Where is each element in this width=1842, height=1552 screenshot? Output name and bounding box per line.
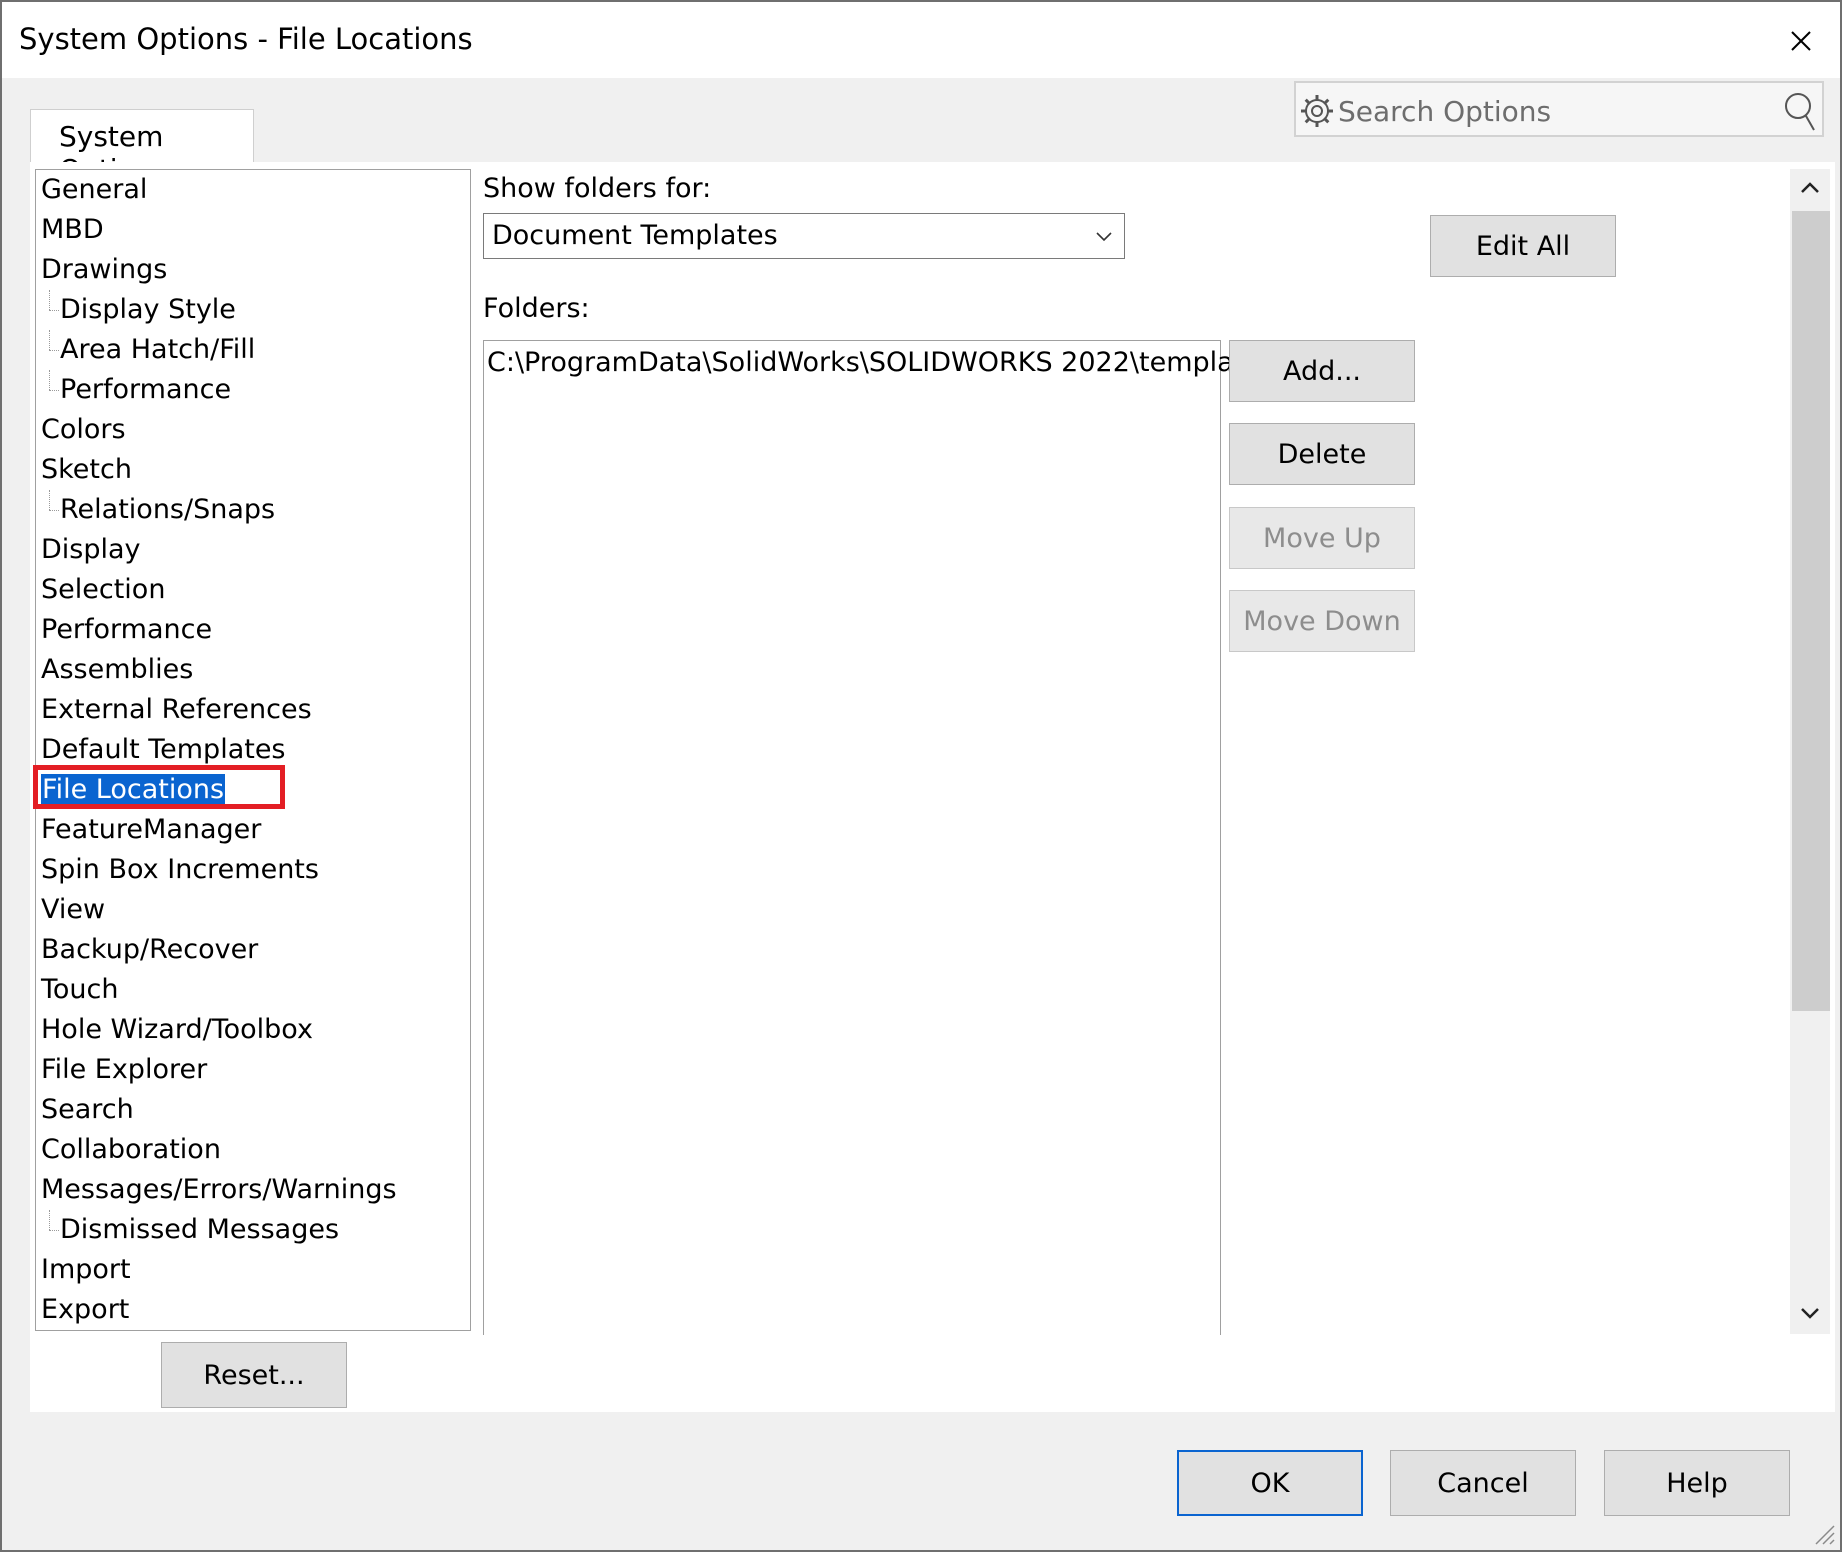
chevron-up-icon[interactable]	[1798, 177, 1822, 201]
tree-item-label: Dismissed Messages	[60, 1214, 340, 1245]
cancel-button[interactable]: Cancel	[1390, 1450, 1576, 1516]
search-icon[interactable]	[1780, 89, 1816, 133]
tree-item-label: Touch	[41, 974, 119, 1005]
gear-icon[interactable]	[1298, 92, 1336, 130]
tree-item-label: Performance	[41, 614, 213, 645]
tree-item[interactable]: Messages/Errors/Warnings	[41, 1170, 397, 1210]
tree-item-label: Default Templates	[41, 734, 286, 765]
tree-item-label: Relations/Snaps	[60, 494, 276, 525]
tree-item[interactable]: Default Templates	[41, 730, 286, 770]
tree-item[interactable]: Assemblies	[41, 650, 193, 690]
tree-item[interactable]: Hole Wizard/Toolbox	[41, 1010, 313, 1050]
add-button[interactable]: Add...	[1229, 340, 1415, 402]
tree-item-label: File Explorer	[41, 1054, 208, 1085]
title-bar: System Options - File Locations	[2, 2, 1840, 78]
tree-item[interactable]: File Explorer	[41, 1050, 207, 1090]
folders-list[interactable]: C:\ProgramData\SolidWorks\SOLIDWORKS 202…	[483, 340, 1275, 1335]
list-item[interactable]: C:\ProgramData\SolidWorks\SOLIDWORKS 202…	[487, 347, 1275, 378]
tree-item[interactable]: Colors	[41, 410, 126, 450]
tree-connector	[49, 330, 51, 350]
tree-item-label: Selection	[41, 574, 166, 605]
tree-item-label: Export	[41, 1294, 130, 1325]
ok-button[interactable]: OK	[1177, 1450, 1363, 1516]
tree-item-label: Import	[41, 1254, 131, 1285]
reset-button[interactable]: Reset...	[161, 1342, 347, 1408]
tree-connector	[49, 290, 51, 310]
tree-item[interactable]: View	[41, 890, 105, 930]
vertical-scrollbar[interactable]	[1790, 169, 1830, 1334]
tree-connector	[49, 490, 51, 510]
tree-item[interactable]: Collaboration	[41, 1130, 221, 1170]
tree-item-label: Spin Box Increments	[41, 854, 319, 885]
tree-item[interactable]: Import	[41, 1250, 131, 1290]
edit-all-button[interactable]: Edit All	[1430, 215, 1616, 277]
tree-item[interactable]: Display Style	[60, 290, 236, 330]
tree-item[interactable]: Sketch	[41, 450, 132, 490]
close-icon[interactable]	[1772, 12, 1830, 70]
resize-grip-icon[interactable]	[1810, 1520, 1836, 1546]
tree-item[interactable]: Drawings	[41, 250, 167, 290]
show-folders-dropdown[interactable]: Document Templates	[483, 213, 1125, 259]
tree-item-label: External References	[41, 694, 312, 725]
folders-label: Folders:	[483, 293, 590, 324]
scrollbar-thumb[interactable]	[1792, 211, 1830, 1011]
search-options-box[interactable]: Search Options	[1294, 81, 1824, 137]
delete-button[interactable]: Delete	[1229, 423, 1415, 485]
tree-item-label: Display Style	[60, 294, 236, 325]
tree-item-label: Hole Wizard/Toolbox	[41, 1014, 313, 1045]
tab-system-options[interactable]: System Options	[30, 109, 254, 186]
tree-item[interactable]: Search	[41, 1090, 134, 1130]
search-input[interactable]: Search Options	[1338, 95, 1551, 128]
tree-item-label: Messages/Errors/Warnings	[41, 1174, 397, 1205]
move-down-button[interactable]: Move Down	[1229, 590, 1415, 652]
highlight-box	[33, 765, 285, 809]
tree-item[interactable]: Backup/Recover	[41, 930, 258, 970]
tree-item-label: Display	[41, 534, 141, 565]
tree-connector	[49, 310, 59, 311]
help-button[interactable]: Help	[1604, 1450, 1790, 1516]
move-up-button[interactable]: Move Up	[1229, 507, 1415, 569]
tree-item[interactable]: FeatureManager	[41, 810, 261, 850]
tree-item-label: Performance	[60, 374, 232, 405]
tree-connector	[49, 370, 51, 390]
tree-item-label: Sketch	[41, 454, 132, 485]
tree-item[interactable]: Spin Box Increments	[41, 850, 319, 890]
tree-item[interactable]: Relations/Snaps	[60, 490, 275, 530]
chevron-down-icon	[1096, 232, 1112, 242]
tree-item-label: Search	[41, 1094, 134, 1125]
tree-connector	[49, 1210, 51, 1230]
tree-item[interactable]: General	[41, 170, 147, 210]
tree-item-label: Drawings	[41, 254, 168, 285]
tree-item[interactable]: Dismissed Messages	[60, 1210, 339, 1250]
tree-item[interactable]: Export	[41, 1290, 129, 1330]
tree-item-label: View	[41, 894, 106, 925]
tree-item-label: Collaboration	[41, 1134, 221, 1165]
tree-item-label: General	[41, 174, 148, 205]
show-folders-label: Show folders for:	[483, 173, 712, 204]
tree-connector	[49, 1230, 59, 1231]
tree-connector	[49, 350, 59, 351]
tree-item-label: Assemblies	[41, 654, 194, 685]
tree-connector	[49, 510, 59, 511]
tree-item-label: FeatureManager	[41, 814, 262, 845]
tree-item[interactable]: Touch	[41, 970, 119, 1010]
tree-item[interactable]: Display	[41, 530, 141, 570]
tree-item-label: Colors	[41, 414, 126, 445]
tree-item[interactable]: MBD	[41, 210, 104, 250]
tree-item-label: Area Hatch/Fill	[60, 334, 256, 365]
tree-item-label: Backup/Recover	[41, 934, 259, 965]
tree-item[interactable]: Area Hatch/Fill	[60, 330, 255, 370]
tree-item[interactable]: Selection	[41, 570, 165, 610]
window-title: System Options - File Locations	[19, 22, 473, 56]
tree-item[interactable]: Performance	[60, 370, 231, 410]
tree-item[interactable]: Performance	[41, 610, 212, 650]
chevron-down-icon[interactable]	[1798, 1300, 1822, 1324]
tree-item-label: MBD	[41, 214, 104, 245]
tree-item[interactable]: External References	[41, 690, 312, 730]
system-options-dialog: System Options - File Locations Search O…	[0, 0, 1842, 1552]
show-folders-value: Document Templates	[492, 220, 778, 251]
tree-connector	[49, 390, 59, 391]
options-tree[interactable]: General MBD Drawings Display Style Area Hatc…	[35, 169, 471, 1331]
